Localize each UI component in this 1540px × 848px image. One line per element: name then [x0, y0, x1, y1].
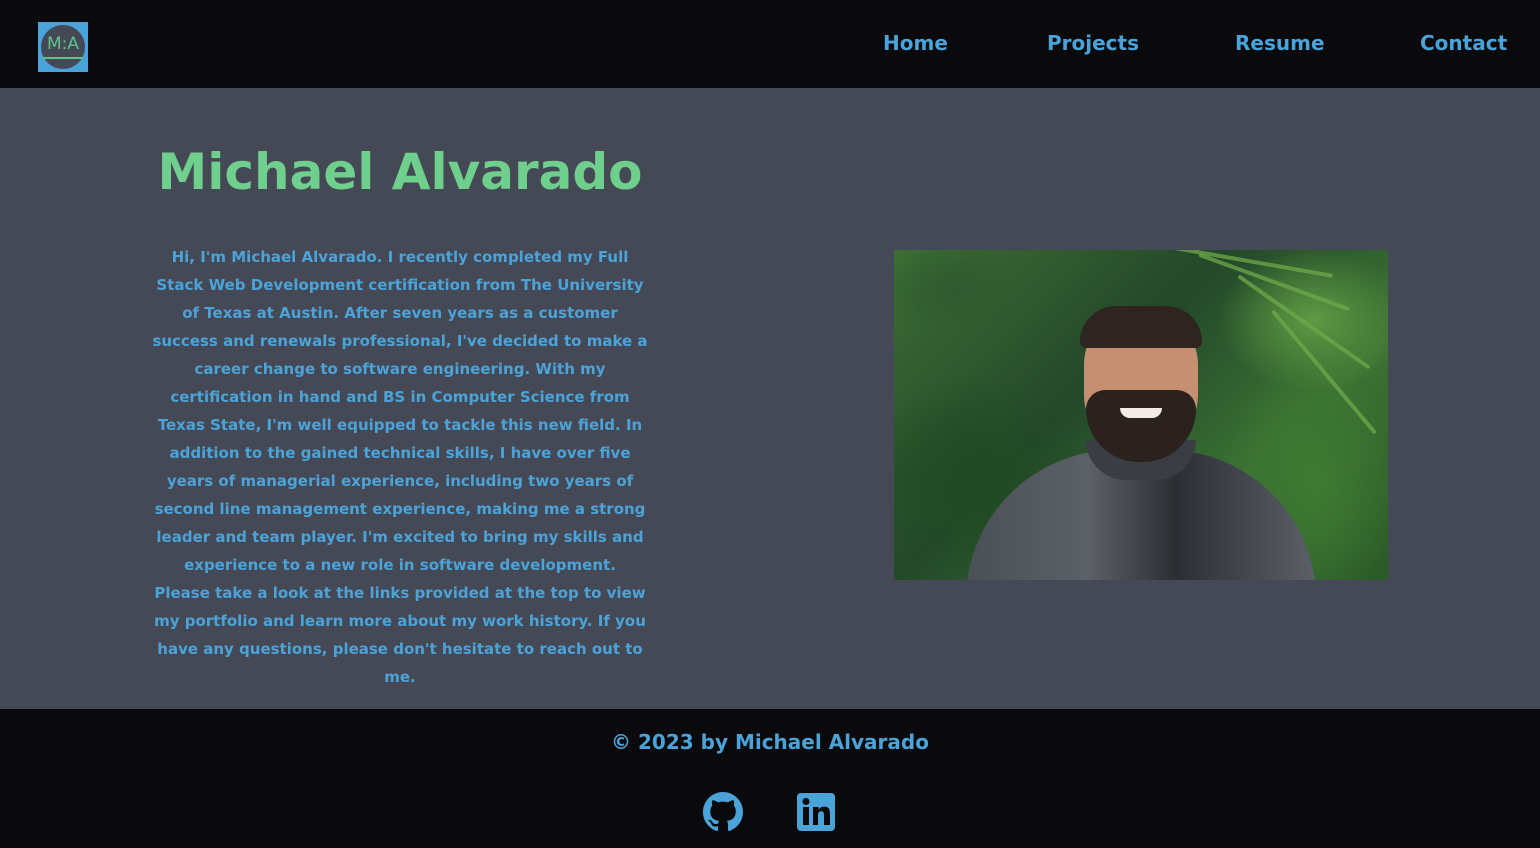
site-header: M:A Home Projects Resume Contact [0, 0, 1540, 88]
bio-paragraph-links: Please take a look at the links provided… [154, 584, 646, 686]
page-title: Michael Alvarado [157, 143, 643, 201]
logo-text: M:A [46, 34, 80, 54]
linkedin-icon[interactable] [796, 792, 836, 832]
logo[interactable]: M:A [38, 22, 88, 72]
nav-projects-link[interactable]: Projects [1047, 28, 1139, 58]
bio-paragraph-intro: Hi, I'm Michael Alvarado. I recently com… [152, 248, 648, 574]
site-footer: © 2023 by Michael Alvarado [0, 709, 1540, 848]
person-smile [1120, 408, 1162, 418]
nav-home-link[interactable]: Home [883, 28, 948, 58]
github-icon[interactable] [703, 792, 743, 832]
nav-contact-link[interactable]: Contact [1420, 28, 1507, 58]
profile-photo [894, 250, 1388, 580]
leaf-decoration [1237, 274, 1371, 370]
person-hair [1080, 306, 1202, 348]
nav-resume-link[interactable]: Resume [1235, 28, 1325, 58]
logo-underline [43, 57, 83, 59]
copyright-text: © 2023 by Michael Alvarado [611, 730, 929, 754]
leaf-decoration [1271, 309, 1377, 435]
main-content: Michael Alvarado Hi, I'm Michael Alvarad… [0, 88, 1540, 709]
